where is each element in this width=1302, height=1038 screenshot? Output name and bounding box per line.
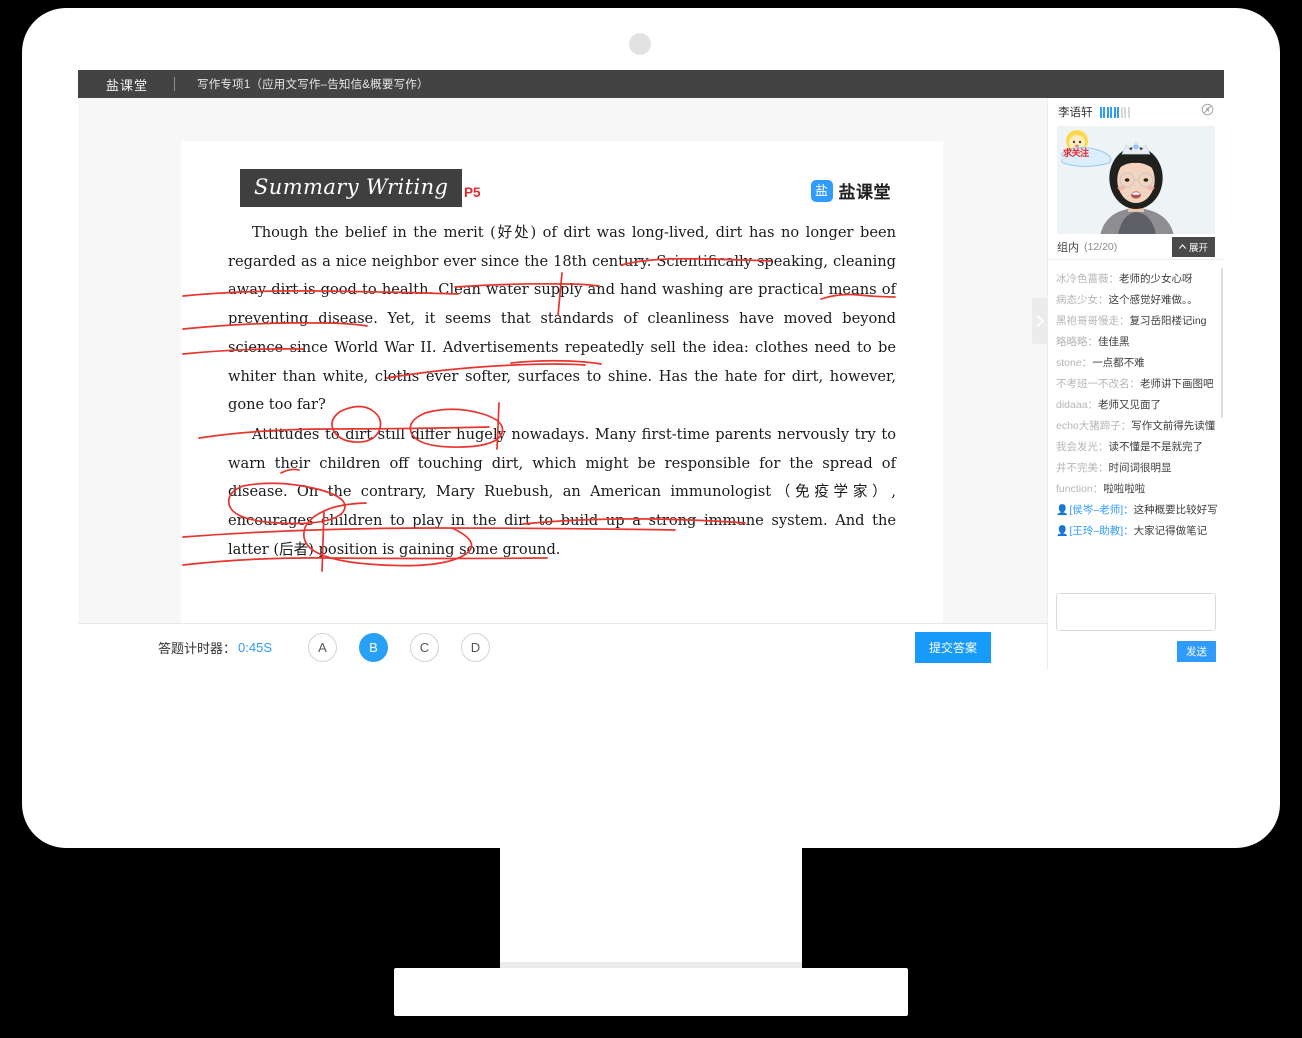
chat-message-user: 病态少女：: [1056, 294, 1109, 306]
sidebar-user-row: 李语轩: [1048, 98, 1224, 126]
chat-message: 略略略：佳佳黑: [1056, 332, 1216, 353]
timer-value: 0:45S: [238, 639, 272, 655]
brand-logo-text[interactable]: 盐课堂: [106, 75, 148, 94]
answer-option-d[interactable]: D: [461, 632, 490, 662]
chat-message: stone：一点都不难: [1056, 353, 1216, 374]
right-sidebar: 李语轩 求关注 组内 (12/20) 展开 冰冷色蔷薇：老师的少女心呀 病态少女…: [1032, 98, 1224, 670]
chat-message-text: 读不懂是不是就完了: [1108, 441, 1204, 453]
chat-message: 黑袍哥哥慢走：复习岳阳楼记ing: [1056, 311, 1216, 332]
chat-message: echo大猪蹄子：写作文前得先读懂: [1056, 416, 1216, 437]
answer-bar: 答题计时器： 0:45S A B C D 提交答案: [78, 623, 1047, 670]
chat-message-user: 并不完美：: [1056, 462, 1109, 474]
chat-message-user: 略略略：: [1056, 336, 1098, 348]
chat-message: 并不完美：时间词很明显: [1056, 458, 1216, 479]
follow-sticker-text: 求关注: [1063, 148, 1089, 158]
answer-options: A B C D: [308, 632, 490, 662]
answer-option-c[interactable]: C: [410, 632, 439, 662]
teacher-video-feed[interactable]: 求关注: [1057, 126, 1215, 234]
chat-message: 冰冷色蔷薇：老师的少女心呀: [1056, 269, 1216, 290]
chat-message-user: 不考班一不改名：: [1056, 378, 1140, 390]
user-badge-icon: 👤: [1056, 526, 1069, 537]
chat-message: function：啦啦啦啦: [1056, 479, 1216, 500]
chat-scrollbar[interactable]: [1221, 268, 1223, 418]
group-status-row: 组内 (12/20) 展开: [1048, 234, 1224, 260]
chat-message-text: 时间词很明显: [1108, 462, 1172, 474]
chat-message-text: 写作文前得先读懂: [1131, 420, 1216, 432]
chat-message-text: 这种概要比较好写: [1133, 504, 1218, 516]
chat-message-user: 黑袍哥哥慢走：: [1056, 315, 1130, 327]
chat-message-user: 冰冷色蔷薇：: [1056, 273, 1119, 285]
passage-body: Though the belief in the merit (好处) of d…: [181, 219, 943, 564]
slide-canvas: Summary Writing P5 盐 盐课堂 Though the beli…: [181, 141, 943, 643]
passage-paragraph-2: Attitudes to dirt still differ hugely no…: [228, 425, 896, 558]
monitor-stand-base: [394, 968, 908, 1016]
chat-message-user: didaaa：: [1056, 399, 1099, 411]
user-badge-icon: 👤: [1056, 505, 1069, 516]
chat-message-user: 我会发光：: [1056, 441, 1109, 453]
chat-message-text: 老师讲下画图吧: [1140, 378, 1214, 390]
chevron-right-icon: [1036, 315, 1044, 327]
chevron-up-icon: [1179, 244, 1186, 249]
chat-message-text: 老师又见面了: [1098, 399, 1162, 411]
signal-strength-icon: [1099, 106, 1130, 118]
brand-name: 盐课堂: [838, 183, 891, 202]
chat-message-user: [王玲–助教]：: [1069, 525, 1134, 537]
expand-group-label: 展开: [1188, 242, 1208, 254]
group-count: (12/20): [1084, 240, 1118, 253]
answer-option-a[interactable]: A: [308, 632, 337, 662]
answer-option-b[interactable]: B: [359, 632, 388, 662]
page-root: 盐课堂 写作专项1（应用文写作–告知信&概要写作） Summary Writin…: [0, 0, 1302, 1038]
chat-input[interactable]: [1056, 593, 1216, 631]
slide-pane: Summary Writing P5 盐 盐课堂 Though the beli…: [78, 98, 1047, 670]
camera-dot: [629, 33, 651, 55]
chat-message-text: 老师的少女心呀: [1119, 273, 1193, 285]
slide-page-label: P5: [464, 185, 481, 200]
submit-answer-button[interactable]: 提交答案: [914, 631, 991, 663]
course-title: 写作专项1（应用文写作–告知信&概要写作）: [197, 79, 429, 91]
slide-logo: 盐 盐课堂: [810, 178, 892, 203]
chat-message-text: 佳佳黑: [1098, 336, 1130, 348]
chat-message: 👤[王玲–助教]：大家记得做笔记: [1056, 521, 1216, 542]
chat-lines: 冰冷色蔷薇：老师的少女心呀 病态少女：这个感觉好难做。。 黑袍哥哥慢走：复习岳阳楼记…: [1056, 269, 1218, 542]
chat-message: didaaa：老师又见面了: [1056, 395, 1216, 416]
top-bar: 盐课堂 写作专项1（应用文写作–告知信&概要写作）: [78, 70, 1224, 98]
chat-message-user: echo大猪蹄子：: [1056, 420, 1132, 432]
chat-message-text: 一点都不难: [1092, 357, 1145, 369]
sidebar-collapse-handle[interactable]: [1032, 298, 1048, 344]
monitor-stand-neck: [500, 845, 802, 970]
chat-message: 我会发光：读不懂是不是就完了: [1056, 437, 1216, 458]
chat-composer: 发送: [1048, 587, 1224, 670]
expand-group-button[interactable]: 展开: [1171, 236, 1215, 257]
slide-title: Summary Writing: [240, 169, 463, 207]
passage-paragraph-1: Though the belief in the merit (好处) of d…: [228, 224, 896, 414]
chat-message-user: function：: [1056, 483, 1104, 495]
chat-message-text: 复习岳阳楼记ing: [1129, 315, 1207, 327]
chat-message-user: stone：: [1056, 357, 1093, 369]
chat-message: 病态少女：这个感觉好难做。。: [1056, 290, 1216, 311]
chat-message-list[interactable]: 冰冷色蔷薇：老师的少女心呀 病态少女：这个感觉好难做。。 黑袍哥哥慢走：复习岳阳楼记…: [1048, 260, 1224, 587]
content-split: Summary Writing P5 盐 盐课堂 Though the beli…: [78, 98, 1224, 670]
chat-message-text: 大家记得做笔记: [1133, 525, 1208, 537]
brand-mark-icon: 盐: [810, 179, 833, 202]
mute-icon[interactable]: [1201, 103, 1214, 121]
chat-message: 👤[侯岑–老师]：这种概要比较好写: [1056, 500, 1218, 521]
sidebar-user-name: 李语轩: [1058, 107, 1093, 119]
timer-label: 答题计时器：: [158, 640, 237, 656]
app-screen: 盐课堂 写作专项1（应用文写作–告知信&概要写作） Summary Writin…: [78, 70, 1224, 670]
send-message-button[interactable]: 发送: [1177, 641, 1216, 662]
chat-message-text: 啦啦啦啦: [1103, 483, 1146, 495]
slide-header: Summary Writing P5 盐 盐课堂: [181, 141, 943, 219]
group-label: 组内: [1057, 241, 1079, 254]
chat-message: 不考班一不改名：老师讲下画图吧: [1056, 374, 1216, 395]
send-row: 发送: [1056, 641, 1216, 662]
mute-glyph: [1201, 103, 1214, 116]
chat-message-user: [侯岑–老师]：: [1069, 504, 1134, 516]
chat-message-text: 这个感觉好难做。。: [1108, 294, 1198, 306]
topbar-divider: [174, 77, 176, 91]
